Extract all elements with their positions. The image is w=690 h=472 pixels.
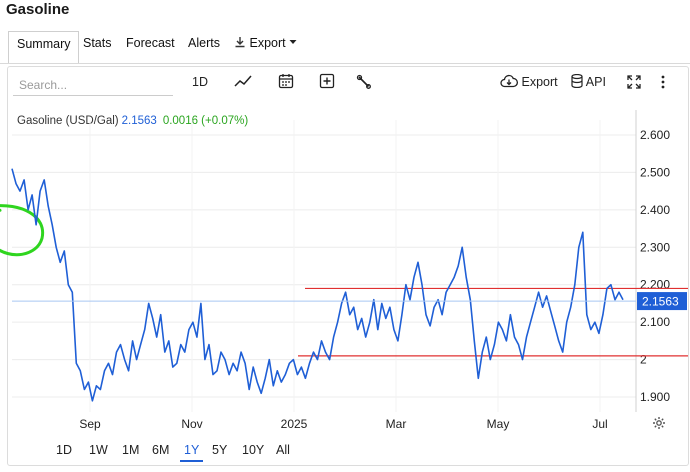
x-tick-label: Nov bbox=[181, 417, 202, 431]
range-6m[interactable]: 6M bbox=[148, 440, 173, 460]
x-tick-label: 2025 bbox=[281, 417, 308, 431]
chart-grid bbox=[12, 110, 637, 412]
y-tick-label: 2.100 bbox=[640, 315, 670, 329]
x-axis-ticks: Sep Nov 2025 Mar May Jul bbox=[79, 417, 607, 431]
range-1d[interactable]: 1D bbox=[52, 440, 76, 460]
y-tick-label: 2.200 bbox=[640, 278, 670, 292]
range-1w[interactable]: 1W bbox=[85, 440, 112, 460]
y-tick-label: 2.400 bbox=[640, 203, 670, 217]
range-1m[interactable]: 1M bbox=[118, 440, 143, 460]
chart-settings-gear-icon[interactable] bbox=[652, 416, 666, 436]
x-tick-label: Jul bbox=[592, 417, 607, 431]
y-tick-label: 2.600 bbox=[640, 128, 670, 142]
y-tick-label: 2.300 bbox=[640, 240, 670, 254]
range-all[interactable]: All bbox=[272, 440, 294, 460]
y-tick-label: 1.900 bbox=[640, 390, 670, 404]
x-tick-label: Sep bbox=[79, 417, 101, 431]
last-price-label: 2.1563 bbox=[642, 295, 679, 309]
y-axis-ticks: 1.900 2 2.100 2.200 2.300 2.400 2.500 2.600 bbox=[640, 128, 670, 404]
x-tick-label: May bbox=[487, 417, 510, 431]
y-tick-label: 2.500 bbox=[640, 165, 670, 179]
range-5y[interactable]: 5Y bbox=[208, 440, 231, 460]
price-chart[interactable]: 1.900 2 2.100 2.200 2.300 2.400 2.500 2.600 Sep… bbox=[0, 0, 690, 472]
y-tick-label: 2 bbox=[640, 353, 647, 367]
x-tick-label: Mar bbox=[386, 417, 407, 431]
range-1y[interactable]: 1Y bbox=[180, 440, 204, 462]
range-10y[interactable]: 10Y bbox=[238, 440, 268, 460]
